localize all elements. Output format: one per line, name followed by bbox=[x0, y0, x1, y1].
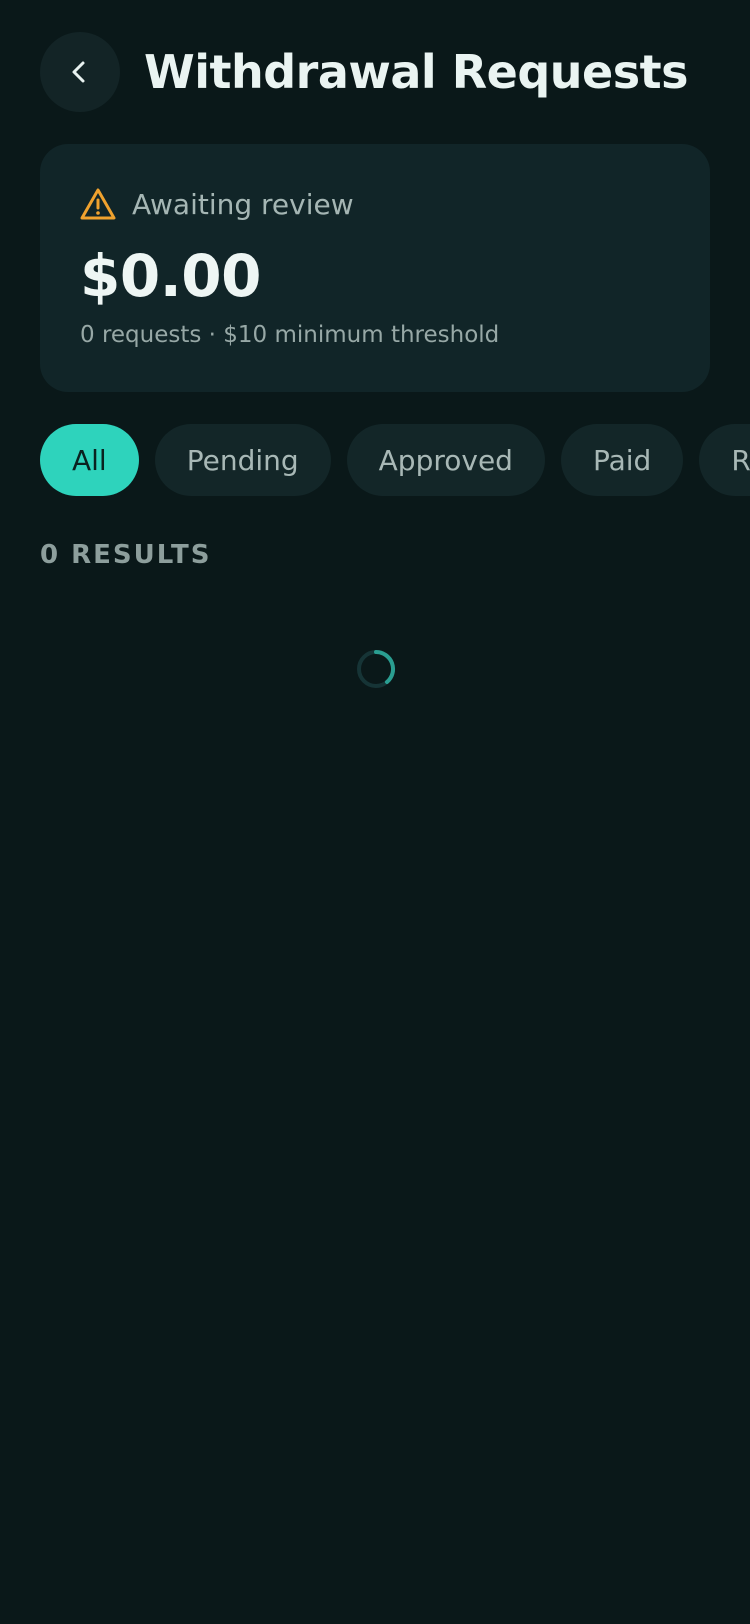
summary-label: Awaiting review bbox=[132, 187, 354, 221]
filter-chip-approved[interactable]: Approved bbox=[346, 424, 545, 496]
summary-label-row: Awaiting review bbox=[80, 186, 354, 222]
filter-chip-all[interactable]: All bbox=[40, 424, 139, 496]
loading-spinner-icon bbox=[357, 649, 396, 688]
filter-chip-rejected[interactable]: Rejected bbox=[699, 424, 750, 496]
chevron-left-icon bbox=[72, 61, 85, 83]
filter-bar: All Pending Approved Paid Rejected bbox=[40, 424, 750, 496]
withdrawal-requests-screen: Withdrawal Requests Awaiting review $0.0… bbox=[0, 0, 750, 1624]
summary-amount: $0.00 bbox=[80, 242, 261, 310]
warning-icon bbox=[80, 186, 116, 222]
summary-card: Awaiting review $0.00 0 requests · $10 m… bbox=[40, 144, 710, 392]
summary-subtext: 0 requests · $10 minimum threshold bbox=[80, 322, 500, 348]
filter-chip-pending[interactable]: Pending bbox=[154, 424, 331, 496]
results-count: 0 RESULTS bbox=[40, 540, 212, 570]
page-title: Withdrawal Requests bbox=[144, 45, 688, 99]
back-button[interactable] bbox=[40, 32, 120, 112]
header: Withdrawal Requests bbox=[40, 32, 688, 112]
filter-chip-paid[interactable]: Paid bbox=[560, 424, 684, 496]
